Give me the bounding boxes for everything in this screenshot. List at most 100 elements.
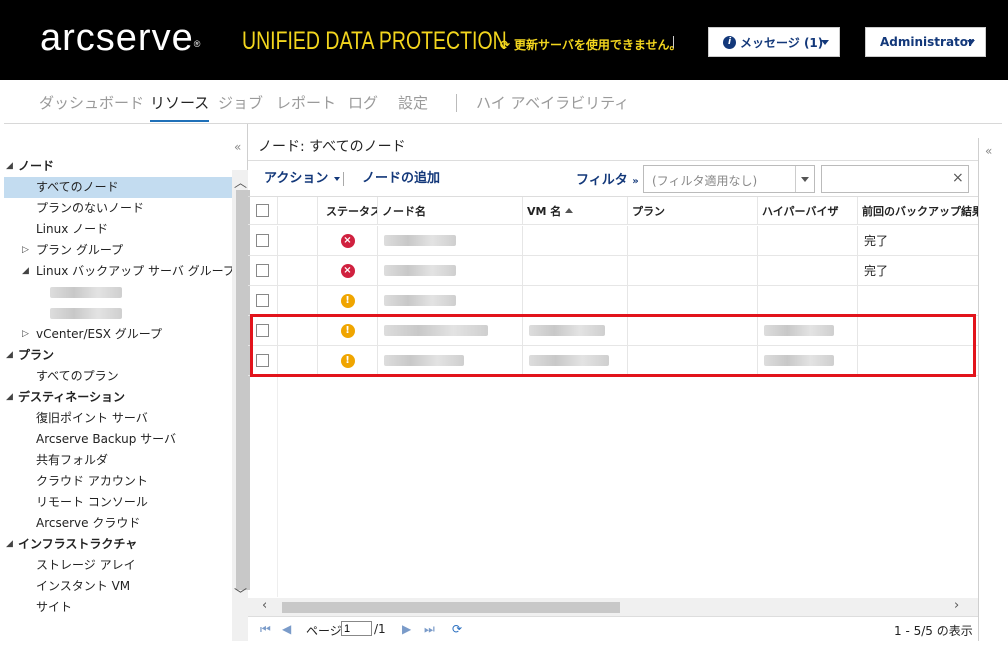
tab-jobs[interactable]: ジョブ — [218, 92, 263, 113]
user-menu-button[interactable]: Administrator — [865, 27, 986, 57]
tab-settings[interactable]: 設定 — [398, 92, 428, 113]
redacted-node-name — [384, 265, 456, 276]
warning-status-icon: ! — [340, 293, 355, 308]
tree-item-nodes-without-plan[interactable]: プランのないノード — [4, 198, 232, 219]
collapsed-triangle-icon[interactable]: ▷ — [22, 240, 29, 261]
redacted-node-name — [384, 295, 456, 306]
main-nav: ダッシュボード リソース ジョブ レポート ログ 設定 ハイ アベイラビリティ — [4, 80, 1002, 124]
add-node-button[interactable]: ノードの追加 — [362, 167, 440, 186]
pager-summary: 1 - 5/5 の表示 — [894, 624, 973, 638]
expanded-triangle-icon: ◢ — [6, 161, 13, 171]
tree-item-recovery-point-servers[interactable]: 復旧ポイント サーバ — [4, 408, 232, 429]
page-label: ページ — [306, 624, 342, 638]
resource-tree: ◢ ノード すべてのノード プランのないノード Linux ノード ▷ プラン グル… — [4, 156, 235, 641]
scroll-up-icon[interactable]: ︿ — [234, 172, 247, 191]
header-divider — [673, 36, 674, 48]
tree-item-linux-nodes[interactable]: Linux ノード — [4, 219, 232, 240]
last-page-icon[interactable]: ⏭ — [424, 622, 435, 637]
grid-horizontal-scrollbar[interactable]: ‹ › — [248, 598, 978, 616]
filter-button[interactable]: フィルタ » — [576, 169, 639, 188]
column-plan[interactable]: プラン — [628, 197, 758, 224]
refresh-icon[interactable]: ⟳ — [452, 622, 462, 636]
expanded-triangle-icon: ◢ — [22, 266, 29, 276]
tree-item-shared-folders[interactable]: 共有フォルダ — [4, 450, 232, 471]
tab-resources[interactable]: リソース — [150, 92, 210, 122]
chevron-down-icon — [821, 40, 829, 45]
app-header: arcserve® UNIFIED DATA PROTECTION ⟳ 更新サーバ… — [0, 0, 1008, 80]
nav-divider — [456, 94, 457, 112]
scroll-down-icon[interactable]: ﹀ — [234, 584, 247, 603]
info-icon: i — [723, 35, 736, 49]
expanded-triangle-icon: ◢ — [6, 392, 13, 402]
tab-logs[interactable]: ログ — [348, 92, 378, 113]
first-page-icon[interactable]: ⏮ — [260, 622, 271, 637]
row-checkbox[interactable] — [256, 294, 269, 307]
tab-high-availability[interactable]: ハイ アベイラビリティ — [476, 92, 629, 113]
select-all-checkbox-cell[interactable] — [248, 197, 278, 224]
tree-item-storage-arrays[interactable]: ストレージ アレイ — [4, 555, 232, 576]
tree-item-redacted[interactable] — [4, 282, 232, 303]
tree-item-sites[interactable]: サイト — [4, 597, 232, 618]
table-row[interactable]: ! — [248, 286, 978, 316]
tree-item-linux-backup-server-groups[interactable]: ◢ Linux バックアップ サーバ グループ — [4, 261, 235, 282]
tree-section-nodes[interactable]: ◢ ノード — [4, 156, 232, 177]
select-all-checkbox[interactable] — [256, 204, 269, 217]
page-number-input[interactable] — [341, 621, 372, 636]
tree-item-all-nodes[interactable]: すべてのノード — [4, 177, 232, 198]
expand-right-panel-icon[interactable]: « — [985, 144, 992, 158]
refresh-warning-icon: ⟳ — [500, 38, 511, 52]
dropdown-arrow-icon[interactable] — [795, 166, 814, 192]
scroll-right-icon[interactable]: › — [954, 598, 959, 613]
filter-select[interactable]: (フィルタ適用なし) — [643, 165, 815, 193]
tree-item-all-plans[interactable]: すべてのプラン — [4, 366, 232, 387]
scroll-left-icon[interactable]: ‹ — [262, 598, 267, 613]
product-name: UNIFIED DATA PROTECTION — [242, 27, 507, 55]
arcserve-logo: arcserve® — [40, 17, 202, 59]
tree-item-instant-vms[interactable]: インスタント VM — [4, 576, 232, 597]
redacted-node-name — [384, 235, 456, 246]
next-page-icon[interactable]: ▶ — [402, 622, 411, 636]
nodes-toolbar: アクション ノードの追加 フィルタ » (フィルタ適用なし) × — [248, 160, 978, 193]
tree-item-redacted[interactable] — [4, 303, 232, 324]
nodes-panel: ノード: すべてのノード アクション ノードの追加 フィルタ » (フィルタ適用… — [248, 124, 978, 641]
tree-item-remote-consoles[interactable]: リモート コンソール — [4, 492, 232, 513]
tree-item-arcserve-cloud[interactable]: Arcserve クラウド — [4, 513, 232, 534]
tree-item-cloud-accounts[interactable]: クラウド アカウント — [4, 471, 232, 492]
clear-search-icon[interactable]: × — [952, 170, 964, 186]
actions-menu-button[interactable]: アクション — [264, 167, 341, 186]
grid-scrollbar-thumb[interactable] — [282, 602, 620, 613]
tree-section-destinations[interactable]: ◢ デスティネーション — [4, 387, 232, 408]
messages-button[interactable]: i メッセージ (1) — [708, 27, 840, 57]
double-chevron-down-icon: » — [632, 176, 639, 187]
collapse-left-icon[interactable]: « — [234, 140, 241, 154]
column-hypervisor[interactable]: ハイパーバイザ — [758, 197, 858, 224]
tab-dashboard[interactable]: ダッシュボード — [39, 92, 144, 113]
table-row[interactable]: × 完了 — [248, 256, 978, 286]
column-status[interactable]: ステータス — [318, 197, 378, 224]
search-input[interactable] — [821, 165, 969, 193]
last-backup-result — [858, 286, 978, 315]
table-row[interactable]: × 完了 — [248, 226, 978, 256]
tree-section-infrastructure[interactable]: ◢ インフラストラクチャ — [4, 534, 232, 555]
row-checkbox[interactable] — [256, 264, 269, 277]
grid-pager: ⏮ ◀ ページ /1 ▶ ⏭ ⟳ 1 - 5/5 の表示 — [248, 616, 978, 641]
right-collapsed-panel: « — [978, 138, 1004, 641]
tree-item-arcserve-backup-servers[interactable]: Arcserve Backup サーバ — [4, 429, 232, 450]
column-vm-name[interactable]: VM 名 — [523, 197, 628, 224]
previous-page-icon[interactable]: ◀ — [282, 622, 291, 636]
column-last-backup-result[interactable]: 前回のバックアップ結果 — [858, 197, 978, 224]
tree-item-vcenter-esx-groups[interactable]: ▷ vCenter/ESX グループ — [4, 324, 232, 345]
tab-reports[interactable]: レポート — [276, 92, 336, 113]
chevron-down-icon — [334, 176, 341, 181]
column-node-name[interactable]: ノード名 — [378, 197, 523, 224]
last-backup-result: 完了 — [864, 264, 889, 278]
update-server-warning[interactable]: ⟳ 更新サーバを使用できません。 — [500, 36, 682, 53]
row-checkbox[interactable] — [256, 234, 269, 247]
nodes-grid: ステータス ノード名 VM 名 プラン ハイパーバイザ 前回のバックアップ結果 … — [248, 196, 978, 597]
error-status-icon: × — [340, 233, 355, 248]
tree-item-plan-groups[interactable]: ▷ プラン グループ — [4, 240, 232, 261]
toolbar-divider — [343, 172, 344, 186]
tree-section-plans[interactable]: ◢ プラン — [4, 345, 232, 366]
collapsed-triangle-icon[interactable]: ▷ — [22, 324, 29, 345]
error-status-icon: × — [340, 263, 355, 278]
